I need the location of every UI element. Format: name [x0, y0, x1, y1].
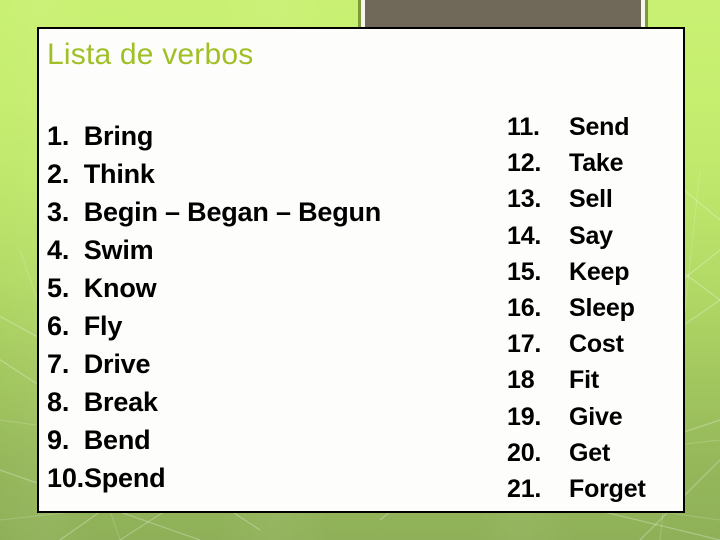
- list-item: 14. Say: [507, 218, 687, 254]
- list-item-number: 15.: [507, 257, 542, 286]
- list-item-word: Spend: [83, 463, 166, 493]
- list-item-number: 2.: [47, 159, 77, 189]
- list-item-word: Get: [569, 438, 611, 467]
- list-item-word: Say: [569, 221, 613, 250]
- list-item-number: 7.: [47, 349, 77, 379]
- list-item: 15. Keep: [507, 254, 687, 290]
- list-item: 1. Bring: [47, 117, 477, 155]
- list-item: 2. Think: [47, 155, 477, 193]
- list-item-number: 5.: [47, 273, 77, 303]
- list-item-word: Give: [569, 402, 623, 431]
- verb-list-right: 11. Send 12. Take 13. Sell 14. Say 15. Keep 1…: [507, 109, 687, 507]
- verb-list-left: 1. Bring 2. Think 3. Begin – Began – Beg…: [47, 117, 477, 497]
- list-item: 16. Sleep: [507, 290, 687, 326]
- list-item-number: 17.: [507, 330, 542, 359]
- list-item-word: Forget: [569, 475, 646, 504]
- list-item-word: Drive: [83, 349, 151, 379]
- list-item-word: Sell: [569, 185, 613, 214]
- list-item-word: Begin – Began – Begun: [83, 197, 382, 227]
- list-item-word: Think: [83, 159, 155, 189]
- list-item-number: 12.: [507, 149, 542, 178]
- list-item-word: Know: [83, 273, 157, 303]
- list-item-number: 20.: [507, 438, 542, 467]
- list-item: 3. Begin – Began – Begun: [47, 193, 477, 231]
- list-item-word: Keep: [569, 257, 630, 286]
- list-item-word: Take: [569, 149, 624, 178]
- list-item-word: Send: [569, 113, 630, 141]
- list-item-number: 13.: [507, 185, 542, 214]
- list-item: 8. Break: [47, 383, 477, 421]
- list-item: 18 Fit: [507, 362, 687, 398]
- list-item-number: 18: [507, 366, 535, 395]
- list-item: 5. Know: [47, 269, 477, 307]
- list-item-number: 1.: [47, 121, 77, 151]
- content-panel: Lista de verbos 1. Bring 2. Think 3. Beg…: [37, 27, 685, 513]
- list-item-word: Fly: [83, 311, 123, 341]
- list-item: 11. Send: [507, 109, 687, 145]
- list-item: 6. Fly: [47, 307, 477, 345]
- list-item: 17. Cost: [507, 326, 687, 362]
- list-item: 19. Give: [507, 399, 687, 435]
- list-item: 10.Spend: [47, 459, 477, 497]
- list-item-number: 11.: [507, 113, 540, 141]
- list-item: 7. Drive: [47, 345, 477, 383]
- list-item-number: 3.: [47, 197, 77, 227]
- list-item-number: 8.: [47, 387, 77, 417]
- list-item-word: Fit: [569, 366, 599, 395]
- list-item-number: 14.: [507, 221, 542, 250]
- list-item: 13. Sell: [507, 181, 687, 217]
- list-item-number: 16.: [507, 294, 542, 323]
- list-item-word: Bring: [83, 121, 154, 151]
- list-item-number: 21.: [507, 475, 542, 504]
- list-item-number: 6.: [47, 311, 77, 341]
- list-item: 21. Forget: [507, 471, 687, 507]
- list-item-word: Swim: [83, 235, 154, 265]
- list-item-number: 4.: [47, 235, 77, 265]
- list-item: 4. Swim: [47, 231, 477, 269]
- list-item: 12. Take: [507, 145, 687, 181]
- list-item: 20. Get: [507, 435, 687, 471]
- page-title: Lista de verbos: [47, 38, 254, 71]
- list-item-number: 9.: [47, 425, 77, 455]
- list-item-word: Break: [83, 387, 158, 417]
- list-item-number: 10.: [47, 463, 84, 493]
- list-item-word: Sleep: [569, 294, 635, 323]
- list-item-word: Bend: [83, 425, 151, 455]
- slide-canvas: Lista de verbos 1. Bring 2. Think 3. Beg…: [0, 0, 720, 540]
- list-item-number: 19.: [507, 402, 542, 431]
- list-item-word: Cost: [569, 330, 624, 359]
- list-item: 9. Bend: [47, 421, 477, 459]
